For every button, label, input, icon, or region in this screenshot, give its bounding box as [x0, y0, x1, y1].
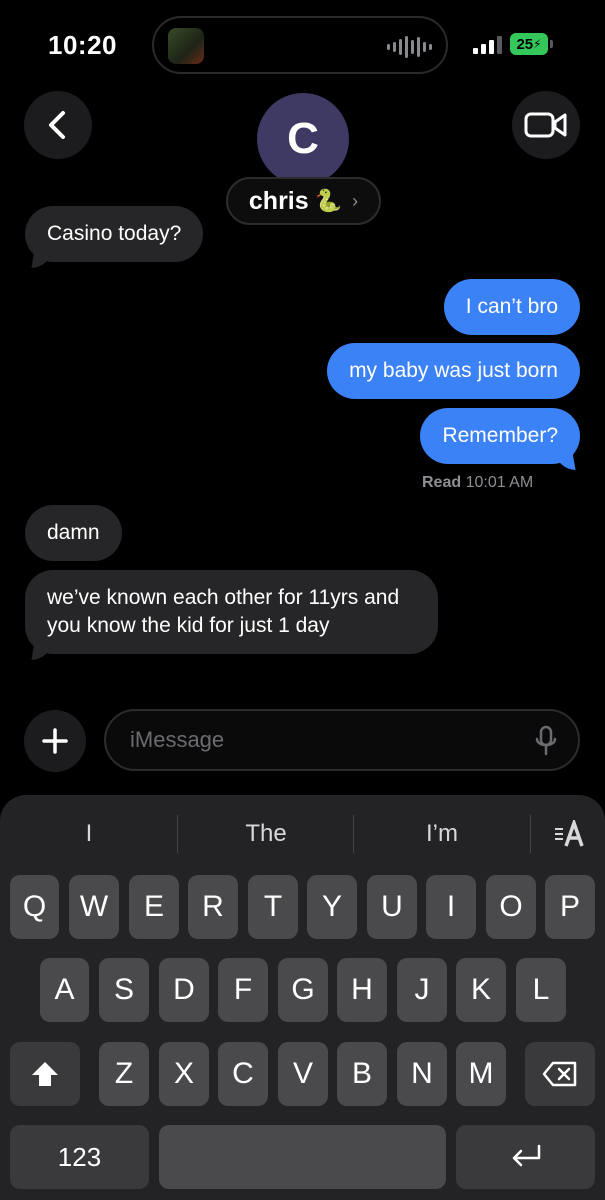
numbers-key[interactable]: 123 [10, 1125, 149, 1189]
divider [530, 815, 531, 853]
key-l[interactable]: L [516, 958, 566, 1022]
key-q[interactable]: Q [10, 875, 59, 939]
key-y[interactable]: Y [307, 875, 357, 939]
text-format-icon[interactable] [540, 795, 600, 873]
key-o[interactable]: O [486, 875, 536, 939]
suggestion-2[interactable]: The [178, 795, 354, 873]
message-input[interactable] [130, 725, 520, 755]
backspace-icon [542, 1061, 577, 1087]
key-d[interactable]: D [159, 958, 209, 1022]
key-i[interactable]: I [426, 875, 476, 939]
key-m[interactable]: M [456, 1042, 506, 1106]
audio-waveform-icon [387, 36, 432, 58]
key-a[interactable]: A [40, 958, 89, 1022]
battery-nub [550, 40, 553, 48]
key-v[interactable]: V [278, 1042, 328, 1106]
battery-level: 25 [516, 35, 534, 53]
key-w[interactable]: W [69, 875, 119, 939]
suggestion-1[interactable]: I [0, 795, 178, 873]
space-bar[interactable] [159, 1125, 446, 1189]
contact-name-pill[interactable]: chris 🐍 › [226, 177, 381, 225]
key-x[interactable]: X [159, 1042, 209, 1106]
key-t[interactable]: T [248, 875, 298, 939]
contact-emoji: 🐍 [314, 188, 343, 213]
chevron-right-icon: › [352, 190, 359, 211]
return-key[interactable] [456, 1125, 595, 1189]
key-n[interactable]: N [397, 1042, 447, 1106]
add-attachment-button[interactable] [24, 710, 86, 772]
key-c[interactable]: C [218, 1042, 268, 1106]
suggestion-3[interactable]: I’m [354, 795, 530, 873]
contact-name: chris [248, 186, 309, 215]
plus-icon [42, 728, 68, 754]
message-input-container[interactable] [104, 709, 580, 771]
key-p[interactable]: P [545, 875, 595, 939]
dynamic-island[interactable] [152, 16, 448, 74]
key-f[interactable]: F [218, 958, 268, 1022]
key-s[interactable]: S [99, 958, 149, 1022]
status-time: 10:20 [48, 30, 117, 60]
message-bubble-incoming[interactable]: damn [25, 505, 122, 561]
key-e[interactable]: E [129, 875, 179, 939]
message-bubble-outgoing[interactable]: Remember? [420, 408, 580, 464]
microphone-icon[interactable] [534, 725, 558, 757]
return-icon [512, 1144, 540, 1167]
key-z[interactable]: Z [99, 1042, 149, 1106]
chevron-left-icon [49, 111, 65, 139]
back-button[interactable] [24, 91, 92, 159]
key-h[interactable]: H [337, 958, 387, 1022]
read-receipt: Read 10:01 AM [422, 474, 534, 491]
message-bubble-outgoing[interactable]: I can’t bro [443, 279, 580, 335]
key-b[interactable]: B [337, 1042, 387, 1106]
key-k[interactable]: K [456, 958, 506, 1022]
message-bubble-outgoing[interactable]: my baby was just born [327, 343, 580, 399]
now-playing-artwork [168, 28, 204, 64]
cellular-signal-icon [473, 34, 502, 54]
key-r[interactable]: R [188, 875, 238, 939]
shift-key[interactable] [10, 1042, 80, 1106]
key-j[interactable]: J [397, 958, 447, 1022]
facetime-video-button[interactable] [512, 91, 580, 159]
message-bubble-incoming[interactable]: Casino today? [25, 206, 204, 262]
key-u[interactable]: U [367, 875, 417, 939]
contact-avatar[interactable]: C [257, 93, 349, 185]
video-camera-icon [524, 112, 567, 138]
shift-icon [32, 1062, 58, 1086]
keyboard: I The I’m Q W E R T Y U I O P A S D F G … [0, 795, 605, 1200]
delete-key[interactable] [525, 1042, 595, 1106]
message-bubble-incoming[interactable]: we’ve known each other for 11yrs and you… [25, 570, 438, 654]
key-g[interactable]: G [278, 958, 328, 1022]
battery-icon: 25 ⚡ [510, 33, 548, 55]
